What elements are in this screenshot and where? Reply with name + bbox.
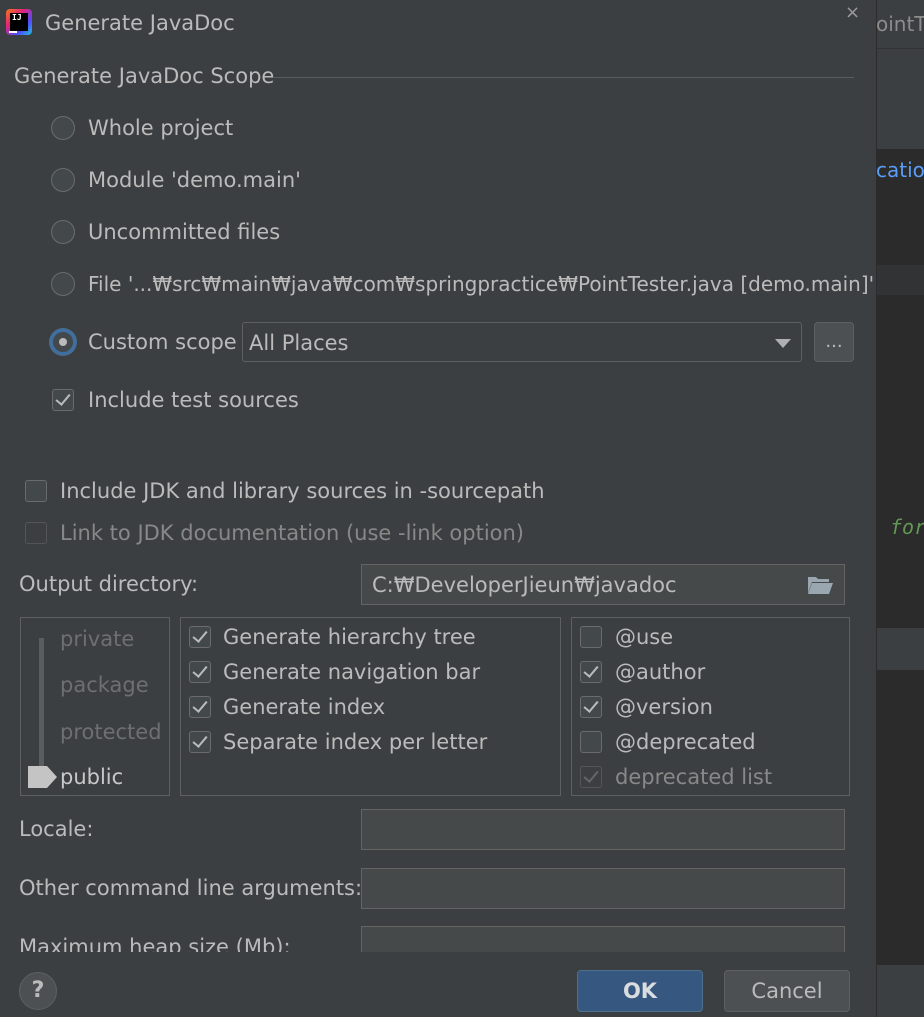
ok-button[interactable]: OK	[577, 970, 703, 1012]
heap-size-input[interactable]	[361, 926, 845, 952]
background-bottom	[876, 965, 924, 1017]
background-tab-label: ointTe	[876, 12, 924, 36]
separate-index-label[interactable]: Separate index per letter	[223, 730, 487, 754]
use-tag-checkbox[interactable]	[580, 626, 602, 648]
module-radio[interactable]	[51, 168, 75, 192]
custom-scope-value: All Places	[249, 331, 349, 355]
background-band	[876, 628, 924, 670]
javadoc-dialog: IJ Generate JavaDoc × Generate JavaDoc S…	[0, 0, 877, 1017]
file-radio[interactable]	[51, 272, 75, 296]
heap-size-label: Maximum heap size (Mb):	[19, 935, 291, 952]
custom-scope-label[interactable]: Custom scope	[88, 330, 237, 354]
include-jdk-checkbox[interactable]	[25, 480, 47, 502]
locale-label: Locale:	[19, 817, 94, 841]
uncommitted-files-label[interactable]: Uncommitted files	[88, 220, 280, 244]
visibility-slider-track[interactable]	[39, 638, 44, 766]
background-editor: ointTe catior for	[876, 0, 924, 1017]
dialog-title: Generate JavaDoc	[45, 11, 235, 35]
deprecated-tag-label[interactable]: @deprecated	[615, 730, 756, 754]
deprecated-list-label: deprecated list	[615, 765, 773, 789]
folder-icon[interactable]	[807, 574, 834, 596]
navigation-bar-checkbox[interactable]	[189, 661, 211, 683]
visibility-panel: private package protected public	[20, 617, 170, 796]
author-tag-checkbox[interactable]	[580, 661, 602, 683]
generate-options-panel: Generate hierarchy tree Generate navigat…	[180, 617, 561, 796]
generate-index-label[interactable]: Generate index	[223, 695, 385, 719]
version-tag-label[interactable]: @version	[615, 695, 713, 719]
whole-project-label[interactable]: Whole project	[88, 116, 233, 140]
visibility-package[interactable]: package	[60, 673, 149, 697]
scope-heading-divider	[273, 77, 854, 78]
help-button[interactable]: ?	[19, 972, 57, 1010]
custom-scope-radio[interactable]	[51, 330, 75, 354]
other-args-input[interactable]	[361, 868, 845, 909]
output-directory-value: C:₩DeveloperJieun₩javadoc	[372, 573, 677, 597]
output-directory-label: Output directory:	[19, 572, 199, 596]
visibility-private[interactable]: private	[60, 627, 134, 651]
hierarchy-tree-label[interactable]: Generate hierarchy tree	[223, 625, 476, 649]
version-tag-checkbox[interactable]	[580, 696, 602, 718]
chevron-down-icon	[775, 339, 791, 348]
tags-panel: @use @author @version @deprecated deprec…	[571, 617, 850, 796]
author-tag-label[interactable]: @author	[615, 660, 705, 684]
close-icon[interactable]: ×	[845, 2, 860, 23]
browse-scope-button[interactable]: ...	[814, 322, 854, 362]
visibility-protected[interactable]: protected	[60, 720, 162, 744]
heap-row-clip: Maximum heap size (Mb):	[0, 926, 876, 952]
background-toolbar	[876, 48, 924, 149]
link-jdk-label: Link to JDK documentation (use -link opt…	[60, 521, 524, 545]
deprecated-tag-checkbox[interactable]	[580, 731, 602, 753]
hierarchy-tree-checkbox[interactable]	[189, 626, 211, 648]
include-test-sources-label[interactable]: Include test sources	[88, 388, 299, 412]
background-code: for	[890, 515, 924, 539]
use-tag-label[interactable]: @use	[615, 625, 673, 649]
link-jdk-checkbox[interactable]	[25, 522, 47, 544]
separate-index-checkbox[interactable]	[189, 731, 211, 753]
custom-scope-dropdown[interactable]: All Places	[242, 322, 802, 362]
generate-index-checkbox[interactable]	[189, 696, 211, 718]
visibility-public[interactable]: public	[60, 765, 123, 789]
visibility-slider-handle[interactable]	[27, 765, 59, 789]
navigation-bar-label[interactable]: Generate navigation bar	[223, 660, 480, 684]
file-label[interactable]: File '...₩src₩main₩java₩com₩springpracti…	[88, 272, 874, 296]
whole-project-radio[interactable]	[51, 116, 75, 140]
background-link: catior	[876, 158, 924, 182]
cancel-button[interactable]: Cancel	[724, 970, 850, 1012]
deprecated-list-checkbox[interactable]	[580, 766, 602, 788]
background-row	[876, 265, 924, 295]
output-directory-field[interactable]: C:₩DeveloperJieun₩javadoc	[361, 564, 845, 605]
scope-heading: Generate JavaDoc Scope	[14, 64, 275, 88]
other-args-label: Other command line arguments:	[19, 876, 363, 900]
module-label[interactable]: Module 'demo.main'	[88, 168, 301, 192]
include-jdk-label[interactable]: Include JDK and library sources in -sour…	[60, 479, 545, 503]
locale-input[interactable]	[361, 809, 845, 850]
include-test-sources-checkbox[interactable]	[52, 389, 74, 411]
intellij-app-icon: IJ	[6, 9, 32, 35]
uncommitted-files-radio[interactable]	[51, 220, 75, 244]
